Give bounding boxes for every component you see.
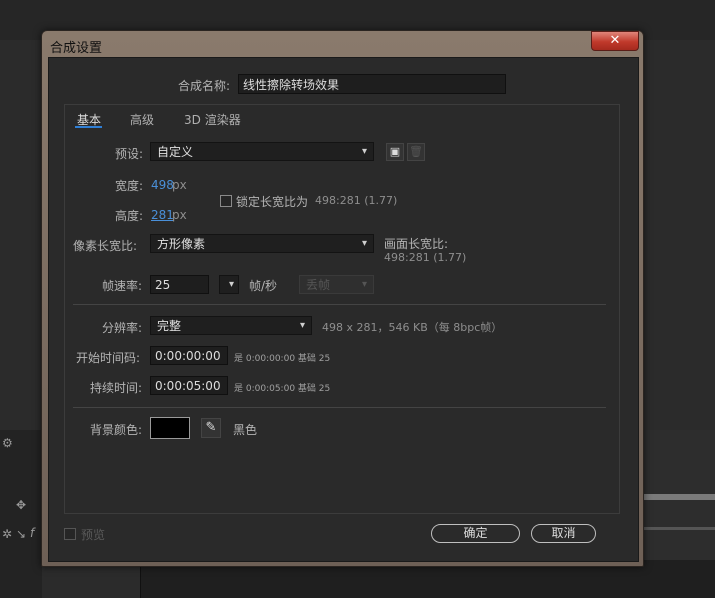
chevron-down-icon: ▾ (361, 238, 367, 249)
duration-label: 持续时间: (90, 381, 143, 395)
section-divider (73, 304, 606, 305)
section-divider (73, 407, 606, 408)
start-timecode-input[interactable]: 0:00:00:00 (150, 346, 228, 365)
tab-active-indicator (75, 126, 102, 128)
tab-advanced[interactable]: 高级 (130, 111, 154, 128)
lock-aspect-ratio: 498:281 (1.77) (315, 194, 398, 207)
resolution-select[interactable]: 完整 ▾ (150, 316, 312, 335)
frame-rate-unit: 帧/秒 (249, 279, 278, 293)
background-left-panel (0, 430, 42, 598)
resolution-info: 498 x 281，546 KB（每 8bpc帧） (322, 321, 503, 334)
height-value[interactable]: 281 (151, 208, 174, 222)
resolution-label: 分辨率: (102, 321, 143, 335)
start-timecode-label: 开始时间码: (76, 351, 141, 365)
duration-note: 是 0:00:05:00 基础 25 (234, 384, 331, 394)
title-bar[interactable]: 合成设置 ✕ (42, 31, 643, 57)
background-timeline-bar (643, 527, 715, 530)
lock-aspect-checkbox[interactable] (220, 195, 232, 207)
preview-checkbox[interactable] (64, 528, 76, 540)
chevron-down-icon: ▾ (361, 146, 367, 157)
preset-select[interactable]: 自定义 ▾ (150, 142, 374, 161)
save-preset-button[interactable]: ▣ (386, 143, 404, 161)
drop-frame-value: 丢帧 (306, 278, 331, 292)
gear-icon[interactable]: ⚙ (2, 436, 13, 450)
chevron-down-icon: ▾ (228, 279, 234, 290)
width-label: 宽度: (115, 179, 144, 193)
background-timeline-bar (643, 494, 715, 500)
frame-rate-input[interactable]: 25 (150, 275, 209, 294)
preview-label: 预览 (81, 528, 106, 542)
settings-panel (64, 104, 620, 514)
width-value[interactable]: 498 (151, 178, 174, 192)
frame-rate-label: 帧速率: (102, 279, 143, 293)
comp-name-input[interactable]: 线性擦除转场效果 (238, 74, 506, 94)
frame-aspect-value: 498:281 (1.77) (384, 251, 467, 264)
star-icon[interactable]: ✲ (2, 527, 12, 541)
height-label: 高度: (115, 209, 144, 223)
chevron-down-icon: ▾ (299, 320, 305, 331)
pixel-aspect-select[interactable]: 方形像素 ▾ (150, 234, 374, 253)
move-icon[interactable]: ✥ (16, 498, 26, 512)
cancel-button[interactable]: 取消 (531, 524, 596, 543)
dialog-title: 合成设置 (50, 41, 103, 56)
background-color-name: 黑色 (233, 423, 258, 437)
delete-preset-button[interactable]: 🗑 (407, 143, 425, 161)
chevron-down-icon: ▾ (361, 279, 367, 290)
width-unit: px (172, 178, 187, 192)
save-preset-icon: ▣ (389, 145, 401, 158)
tab-3d-renderer[interactable]: 3D 渲染器 (184, 111, 241, 128)
start-timecode-note: 是 0:00:00:00 基础 25 (234, 354, 331, 364)
eyedropper-button[interactable]: ✎ (201, 418, 221, 438)
comp-name-label: 合成名称: (178, 79, 231, 93)
eyedropper-icon: ✎ (205, 420, 217, 435)
frame-rate-dropdown[interactable]: ▾ (219, 275, 239, 294)
preset-label: 预设: (115, 147, 144, 161)
pen-icon[interactable]: ↘ (16, 527, 26, 541)
fx-icon[interactable]: f (30, 526, 34, 540)
height-unit: px (172, 208, 187, 222)
pixel-aspect-value: 方形像素 (157, 237, 206, 251)
trash-icon: 🗑 (409, 145, 423, 158)
ok-button[interactable]: 确定 (431, 524, 520, 543)
background-color-swatch[interactable] (150, 417, 190, 439)
background-color-label: 背景颜色: (90, 423, 143, 437)
resolution-value: 完整 (157, 319, 182, 333)
lock-aspect-label: 锁定长宽比为 (236, 195, 309, 209)
duration-input[interactable]: 0:00:05:00 (150, 376, 228, 395)
close-button[interactable]: ✕ (591, 31, 639, 51)
frame-aspect-label: 画面长宽比: (384, 237, 449, 251)
pixel-aspect-label: 像素长宽比: (73, 239, 138, 253)
drop-frame-select: 丢帧 ▾ (299, 275, 374, 294)
preset-value: 自定义 (157, 145, 194, 159)
